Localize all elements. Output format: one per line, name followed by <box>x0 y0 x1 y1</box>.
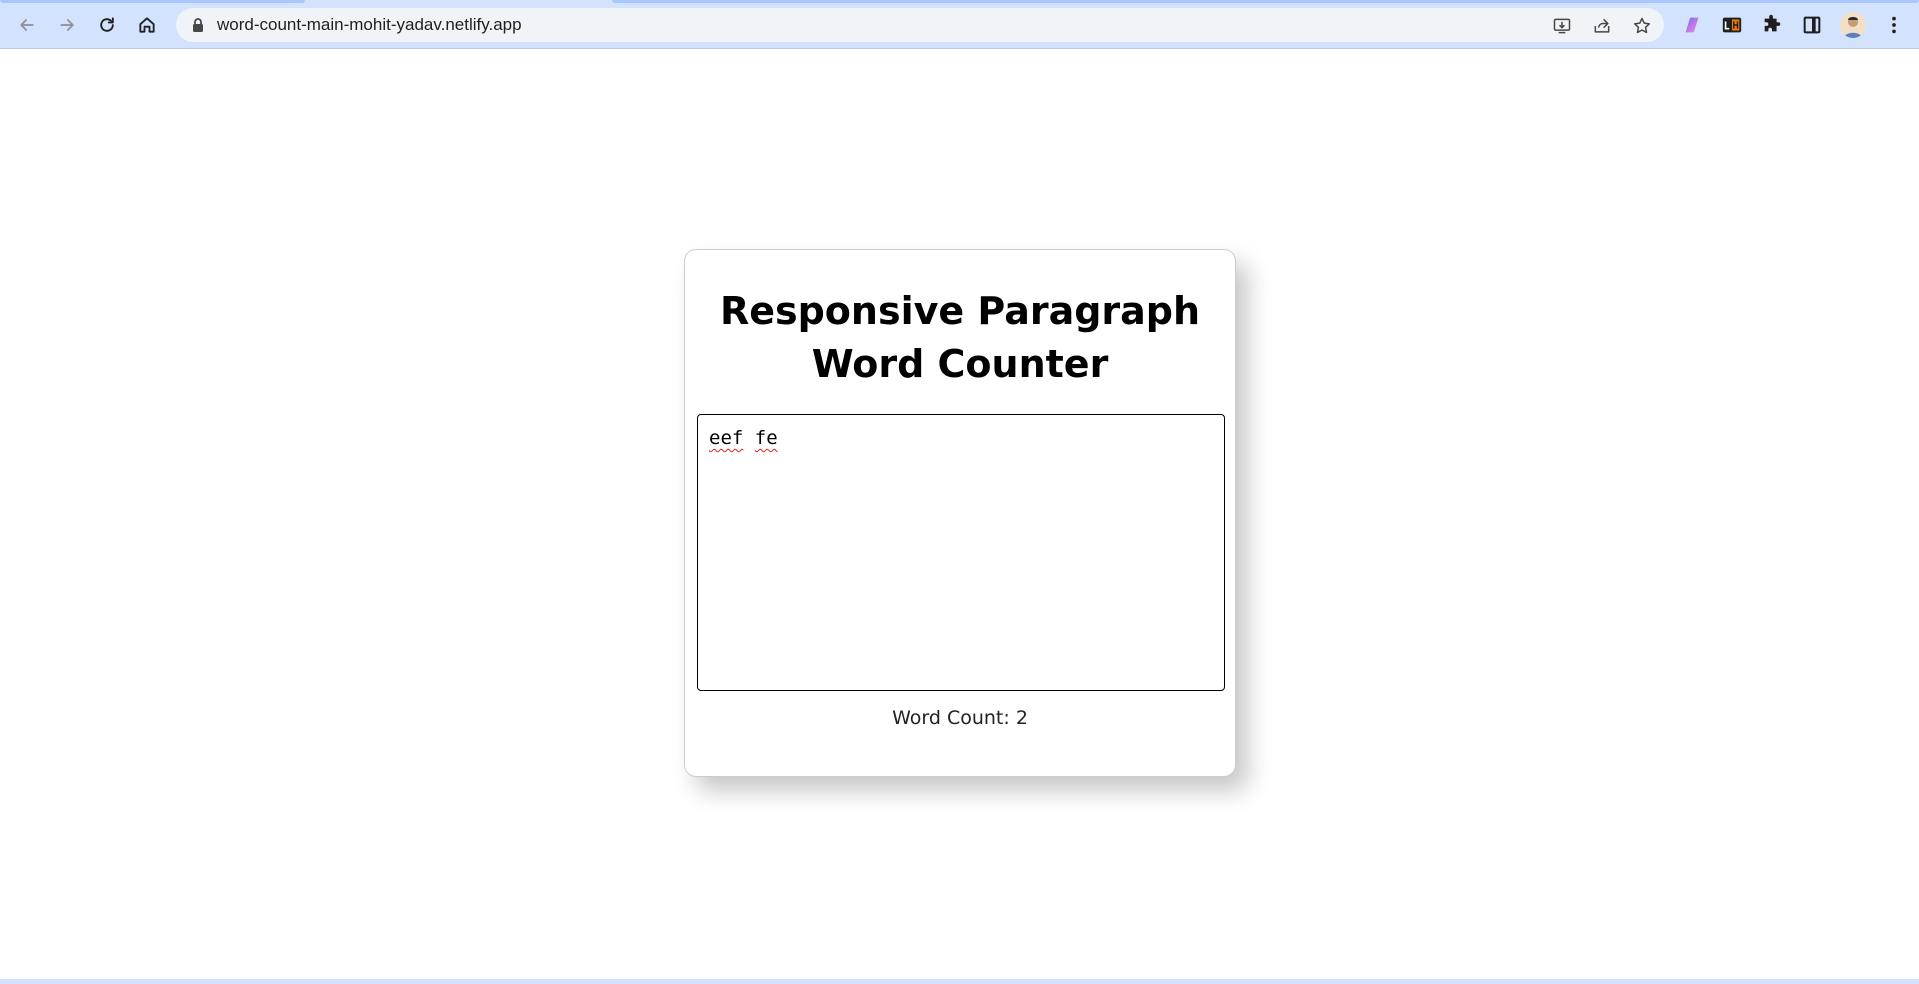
chrome-menu-button[interactable] <box>1882 13 1906 37</box>
install-app-button[interactable] <box>1551 15 1573 37</box>
window-bottom-edge <box>0 979 1919 984</box>
gradient-extension-icon <box>1685 17 1699 33</box>
puzzle-icon <box>1764 14 1781 32</box>
word-count-display: Word Count: 2 <box>685 707 1235 729</box>
lock-icon[interactable] <box>190 17 206 33</box>
tab-strip-indicator <box>0 0 305 3</box>
page-title: Responsive Paragraph Word Counter <box>685 285 1235 391</box>
share-icon <box>1594 18 1610 33</box>
extension-button[interactable] <box>1680 13 1704 37</box>
home-icon <box>139 17 155 33</box>
extensions-button[interactable] <box>1760 13 1784 37</box>
title-line: Responsive Paragraph <box>719 289 1201 333</box>
address-bar[interactable]: word-count-main-mohit-yadav.netlify.app <box>176 8 1664 42</box>
home-button[interactable] <box>131 9 163 41</box>
side-panel-icon <box>1803 16 1821 34</box>
misspelled-word: eef <box>709 427 744 449</box>
share-button[interactable] <box>1591 15 1613 37</box>
word-count-value: 2 <box>1015 707 1028 729</box>
avatar-icon <box>1840 12 1866 38</box>
install-app-icon <box>1553 18 1571 34</box>
word-count-label: Word Count: <box>892 707 1016 729</box>
browser-toolbar: word-count-main-mohit-yadav.netlify.app <box>0 0 1919 49</box>
title-line: Word Counter <box>811 342 1109 386</box>
side-panel-button[interactable] <box>1800 13 1824 37</box>
profile-avatar[interactable] <box>1840 12 1866 38</box>
tab-strip-indicator <box>612 0 1919 3</box>
misspelled-word: fe <box>754 427 778 449</box>
kebab-menu-icon <box>1892 16 1896 34</box>
arrow-left-icon <box>20 19 34 31</box>
paragraph-textarea[interactable]: eef fe <box>697 414 1225 691</box>
back-button[interactable] <box>11 9 43 41</box>
reload-button[interactable] <box>91 9 123 41</box>
lighthouse-extension-icon <box>1722 17 1742 33</box>
bookmark-button[interactable] <box>1631 15 1653 37</box>
url-text[interactable]: word-count-main-mohit-yadav.netlify.app <box>217 15 522 35</box>
forward-button[interactable] <box>51 9 83 41</box>
arrow-right-icon <box>60 19 74 31</box>
extension-button[interactable] <box>1720 13 1744 37</box>
star-icon <box>1633 17 1651 34</box>
reload-icon <box>100 17 114 32</box>
word-counter-card: Responsive Paragraph Word Counter eef fe… <box>684 249 1236 777</box>
